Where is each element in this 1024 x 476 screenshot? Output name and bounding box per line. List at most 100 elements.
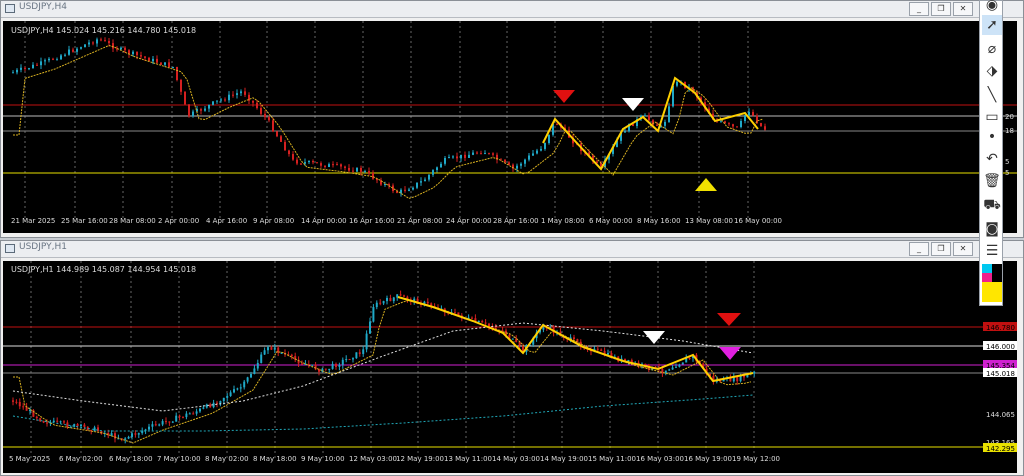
candle-body xyxy=(148,426,150,430)
eye-icon[interactable]: ◉ xyxy=(982,0,1002,15)
candle-body xyxy=(180,80,182,92)
candle-body xyxy=(668,369,671,371)
time-axis-label: 14 May 03:00 xyxy=(492,455,540,463)
price-scale-label: 5 xyxy=(1005,169,1009,177)
candle-body xyxy=(124,47,126,51)
candle-body xyxy=(18,401,21,407)
window-titlebar[interactable]: USDJPY,H4 _ ❐ ✕ xyxy=(1,1,1023,18)
candle-body xyxy=(728,123,730,125)
candle-body xyxy=(668,106,670,122)
minimize-button[interactable]: _ xyxy=(909,2,929,16)
candle-body xyxy=(369,321,371,334)
dot-icon[interactable]: • xyxy=(982,127,1002,147)
candle-body xyxy=(324,368,327,370)
restore-button[interactable]: ❐ xyxy=(931,242,951,256)
time-axis-label: 4 Apr 16:00 xyxy=(206,217,247,225)
price-chart-h1[interactable]: USDJPY,H1 144.989 145.087 144.954 145.01… xyxy=(3,261,1017,473)
candle-body xyxy=(316,162,318,164)
cart-icon[interactable]: ⛟ xyxy=(982,195,1002,215)
candle-body xyxy=(336,164,338,166)
candle-body xyxy=(100,39,102,41)
moving-average-fast xyxy=(13,299,752,444)
candle-body xyxy=(252,100,254,103)
candle-body xyxy=(379,302,382,304)
window-title: USDJPY,H4 xyxy=(19,2,67,12)
price-chart-h4[interactable]: USDJPY,H4 145.024 145.216 144.780 145.01… xyxy=(3,21,1017,233)
candle-body xyxy=(341,359,344,365)
candle-body xyxy=(656,124,658,126)
candle-body xyxy=(256,362,259,369)
candle-body xyxy=(375,302,378,308)
price-scale-label: 145.018 xyxy=(986,370,1015,378)
candle-body xyxy=(540,148,542,151)
chart-area-h4[interactable]: USDJPY,H4 145.024 145.216 144.780 145.01… xyxy=(3,21,1017,233)
candle-body xyxy=(416,182,418,188)
candle-body xyxy=(488,153,490,155)
cursor-icon[interactable]: ➚ xyxy=(982,15,1002,35)
candle-body xyxy=(48,58,50,61)
candle-body xyxy=(320,163,322,166)
candle-body xyxy=(600,349,603,351)
candle-body xyxy=(84,44,86,48)
candle-body xyxy=(131,433,133,437)
time-axis-label: 13 May 08:00 xyxy=(685,217,733,225)
candle-body xyxy=(290,354,293,356)
candle-body xyxy=(389,297,392,302)
candle-body xyxy=(168,421,171,423)
candle-body xyxy=(301,363,303,365)
candle-body xyxy=(338,364,341,367)
time-axis-label: 8 May 16:00 xyxy=(637,217,681,225)
candle-body xyxy=(222,397,225,402)
candle-body xyxy=(671,367,674,370)
time-axis-label: 9 Apr 08:00 xyxy=(253,217,294,225)
candle-body xyxy=(644,363,647,365)
close-button[interactable]: ✕ xyxy=(953,2,973,16)
candle-body xyxy=(239,387,242,389)
line-icon[interactable]: ╲ xyxy=(982,85,1002,105)
minimize-button[interactable]: _ xyxy=(909,242,929,256)
candle-body xyxy=(219,401,222,404)
buy-arrow-yellow xyxy=(695,178,717,191)
candle-body xyxy=(648,115,650,121)
tag-icon[interactable]: ⬗ xyxy=(982,61,1002,81)
window-titlebar[interactable]: USDJPY,H1 _ ❐ ✕ xyxy=(1,241,1023,258)
candle-body xyxy=(202,407,205,409)
restore-button[interactable]: ❐ xyxy=(931,2,951,16)
candle-body xyxy=(236,388,239,390)
candle-body xyxy=(80,47,82,49)
candle-body xyxy=(156,58,158,63)
candle-body xyxy=(428,174,430,180)
candle-body xyxy=(477,320,480,322)
candle-body xyxy=(504,159,506,163)
close-button[interactable]: ✕ xyxy=(953,242,973,256)
crosshair-icon[interactable]: ⌀ xyxy=(982,39,1002,59)
candle-body xyxy=(56,420,59,422)
candle-body xyxy=(280,352,283,354)
time-axis-label: 28 Apr 16:00 xyxy=(493,217,539,225)
candle-body xyxy=(454,312,456,314)
candle-body xyxy=(273,347,276,350)
camera-icon[interactable]: ◙ xyxy=(982,219,1002,239)
candle-body xyxy=(420,181,422,183)
candle-body xyxy=(132,51,134,55)
window-title: USDJPY,H1 xyxy=(19,242,67,252)
candle-body xyxy=(28,68,30,70)
candle-body xyxy=(268,117,270,121)
time-axis-label: 19 May 12:00 xyxy=(732,455,780,463)
undo-icon[interactable]: ↶ xyxy=(982,149,1002,169)
candle-body xyxy=(372,173,374,179)
candle-body xyxy=(175,415,178,422)
ruler-icon[interactable]: ▭ xyxy=(982,107,1002,127)
candle-body xyxy=(403,295,405,297)
chart-area-h1[interactable]: USDJPY,H1 144.989 145.087 144.954 145.01… xyxy=(3,261,1017,473)
candle-body xyxy=(548,134,550,143)
candle-body xyxy=(229,392,232,396)
candle-body xyxy=(60,55,62,60)
notes-icon[interactable]: ☰ xyxy=(982,241,1002,261)
trash-icon[interactable]: 🗑 xyxy=(982,171,1002,191)
time-axis-label: 5 May 2025 xyxy=(9,455,50,463)
candle-body xyxy=(52,58,54,60)
time-axis-label: 24 Apr 00:00 xyxy=(446,217,492,225)
candle-body xyxy=(204,108,206,111)
color-palette-icon[interactable] xyxy=(982,264,1002,302)
